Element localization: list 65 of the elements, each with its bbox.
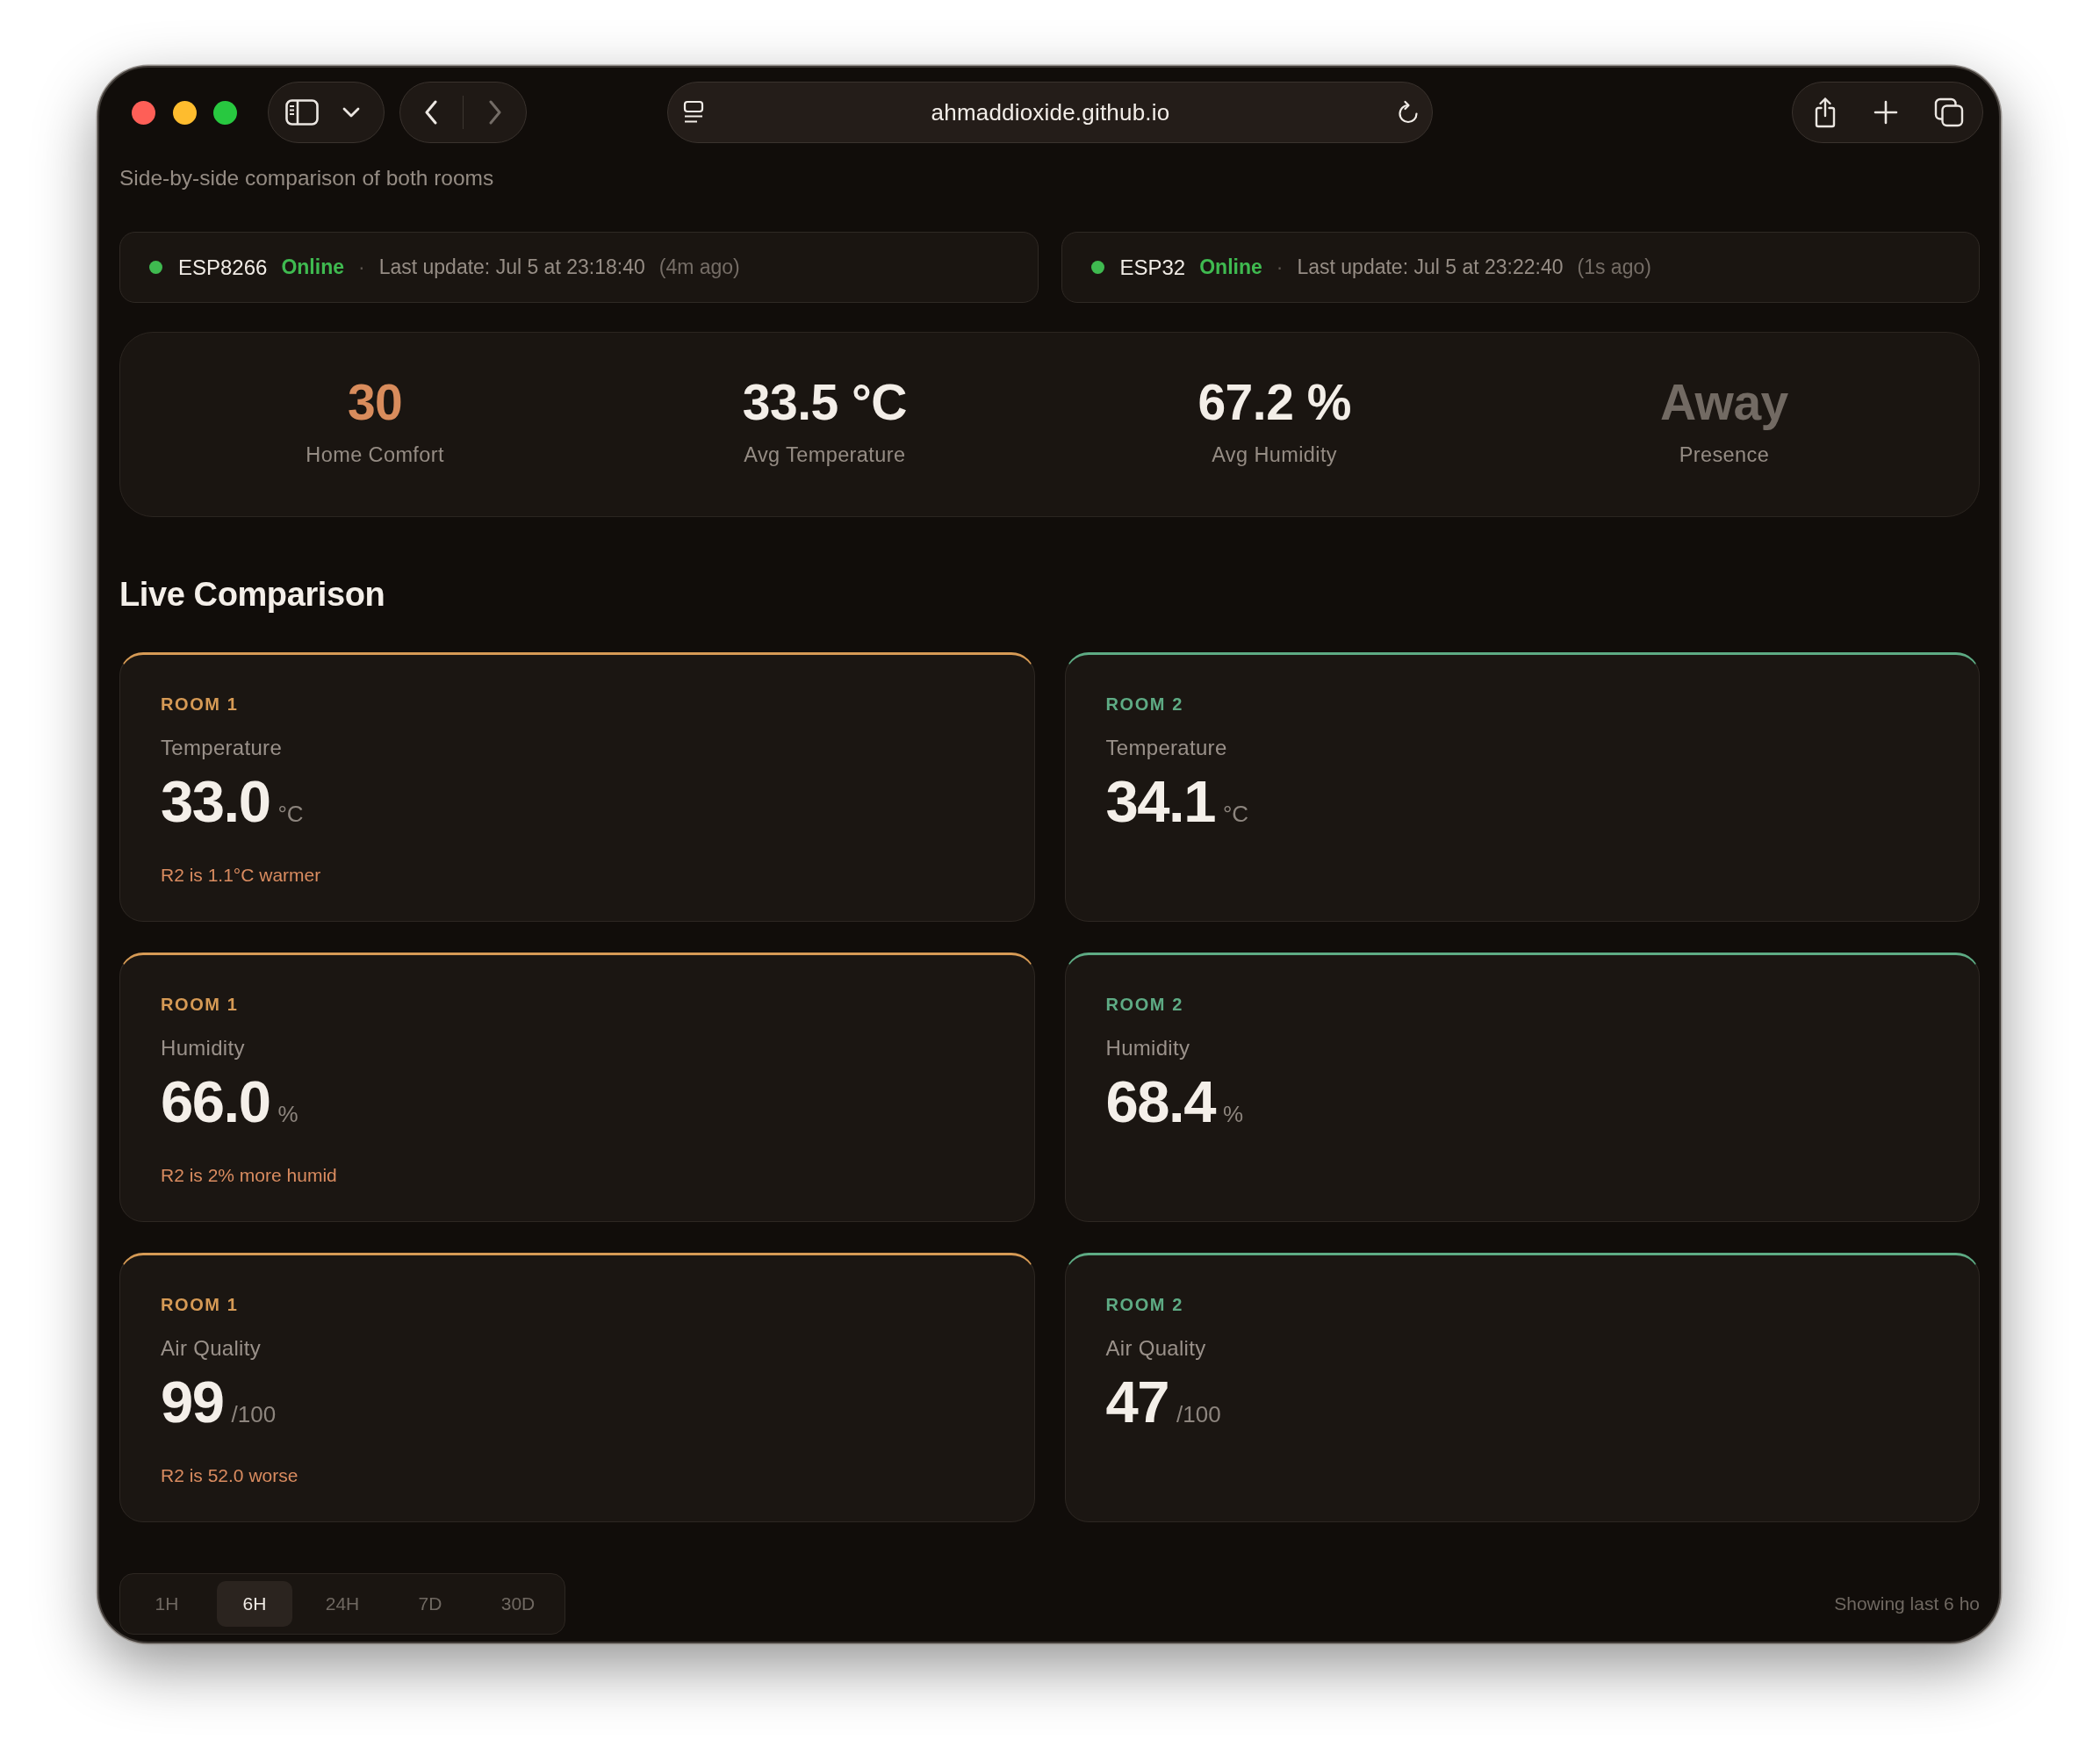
metric-label: Humidity bbox=[1105, 1035, 1190, 1061]
range-tab[interactable]: 24H bbox=[305, 1581, 380, 1627]
metric-label: Temperature bbox=[161, 735, 283, 761]
address-bar[interactable]: ahmaddioxide.github.io bbox=[667, 82, 1433, 143]
separator-dot: · bbox=[358, 255, 365, 279]
reload-icon[interactable] bbox=[1397, 100, 1420, 125]
room-label: ROOM 1 bbox=[161, 994, 239, 1015]
plus-icon[interactable] bbox=[1873, 100, 1898, 125]
room-label: ROOM 2 bbox=[1105, 694, 1183, 715]
room-label: ROOM 1 bbox=[161, 1294, 239, 1315]
separator-dot: · bbox=[1276, 255, 1284, 279]
device-name: ESP32 bbox=[1119, 255, 1186, 280]
stat-label: Avg Humidity bbox=[1212, 442, 1338, 467]
range-tab[interactable]: 6H bbox=[217, 1581, 292, 1627]
stat-value: 67.2 % bbox=[1197, 373, 1351, 431]
metric-unit: % bbox=[1222, 1100, 1244, 1129]
metric-value: 66.0 bbox=[161, 1068, 270, 1135]
metric-value: 68.4 bbox=[1105, 1068, 1215, 1135]
metric-label: Air Quality bbox=[1105, 1335, 1206, 1362]
comparison-note: R2 is 52.0 worse bbox=[161, 1464, 298, 1487]
stat-label: Home Comfort bbox=[306, 442, 444, 467]
metric-unit: °C bbox=[1222, 800, 1249, 829]
metric-value: 34.1 bbox=[1105, 768, 1215, 835]
page-menu-icon[interactable] bbox=[683, 100, 704, 125]
stat-value: 33.5 °C bbox=[742, 373, 907, 431]
overlapping-squares-icon[interactable] bbox=[1934, 97, 1964, 127]
metric-value: 47 bbox=[1105, 1369, 1169, 1435]
share-icon[interactable] bbox=[1813, 97, 1838, 128]
stat-label: Presence bbox=[1679, 442, 1770, 467]
maximize-button[interactable] bbox=[213, 100, 237, 125]
chevron-left-icon[interactable] bbox=[424, 100, 438, 125]
page-subtitle: Side-by-side comparison of both rooms bbox=[119, 165, 494, 191]
metric-unit: % bbox=[277, 1100, 298, 1129]
time-ago-text: (4m ago) bbox=[658, 255, 740, 279]
last-update-text: Last update: Jul 5 at 23:18:40 bbox=[378, 255, 645, 279]
last-update-text: Last update: Jul 5 at 23:22:40 bbox=[1297, 255, 1564, 279]
metric-label: Temperature bbox=[1105, 735, 1227, 761]
connection-status: Online bbox=[281, 255, 344, 279]
connection-status: Online bbox=[1199, 255, 1262, 279]
range-tab[interactable]: 7D bbox=[392, 1581, 468, 1627]
comparison-note: R2 is 2% more humid bbox=[161, 1164, 337, 1187]
time-ago-text: (1s ago) bbox=[1577, 255, 1651, 279]
stat-value: Away bbox=[1659, 373, 1788, 431]
device-name: ESP8266 bbox=[178, 255, 268, 280]
stat-value: 30 bbox=[347, 373, 403, 431]
metric-value: 33.0 bbox=[161, 768, 270, 835]
room-label: ROOM 2 bbox=[1105, 994, 1183, 1015]
room-label: ROOM 1 bbox=[161, 694, 239, 715]
sidebar-icon[interactable] bbox=[285, 99, 319, 126]
section-heading: Live Comparison bbox=[119, 575, 385, 615]
metric-label: Humidity bbox=[161, 1035, 245, 1061]
metric-value: 99 bbox=[161, 1369, 224, 1435]
stat-label: Avg Temperature bbox=[744, 442, 906, 467]
metric-unit: °C bbox=[277, 800, 304, 829]
minimize-button[interactable] bbox=[172, 100, 197, 125]
metric-label: Air Quality bbox=[161, 1335, 261, 1362]
close-button[interactable] bbox=[132, 100, 155, 125]
range-tab[interactable]: 30D bbox=[480, 1581, 556, 1627]
room-label: ROOM 2 bbox=[1105, 1294, 1183, 1315]
metric-unit: /100 bbox=[231, 1400, 277, 1429]
comparison-note: R2 is 1.1°C warmer bbox=[161, 864, 321, 887]
range-note: Showing last 6 ho bbox=[1834, 1593, 1980, 1614]
range-tab[interactable]: 1H bbox=[129, 1581, 205, 1627]
metric-unit: /100 bbox=[1176, 1400, 1221, 1429]
chevron-down-icon[interactable] bbox=[342, 107, 360, 118]
